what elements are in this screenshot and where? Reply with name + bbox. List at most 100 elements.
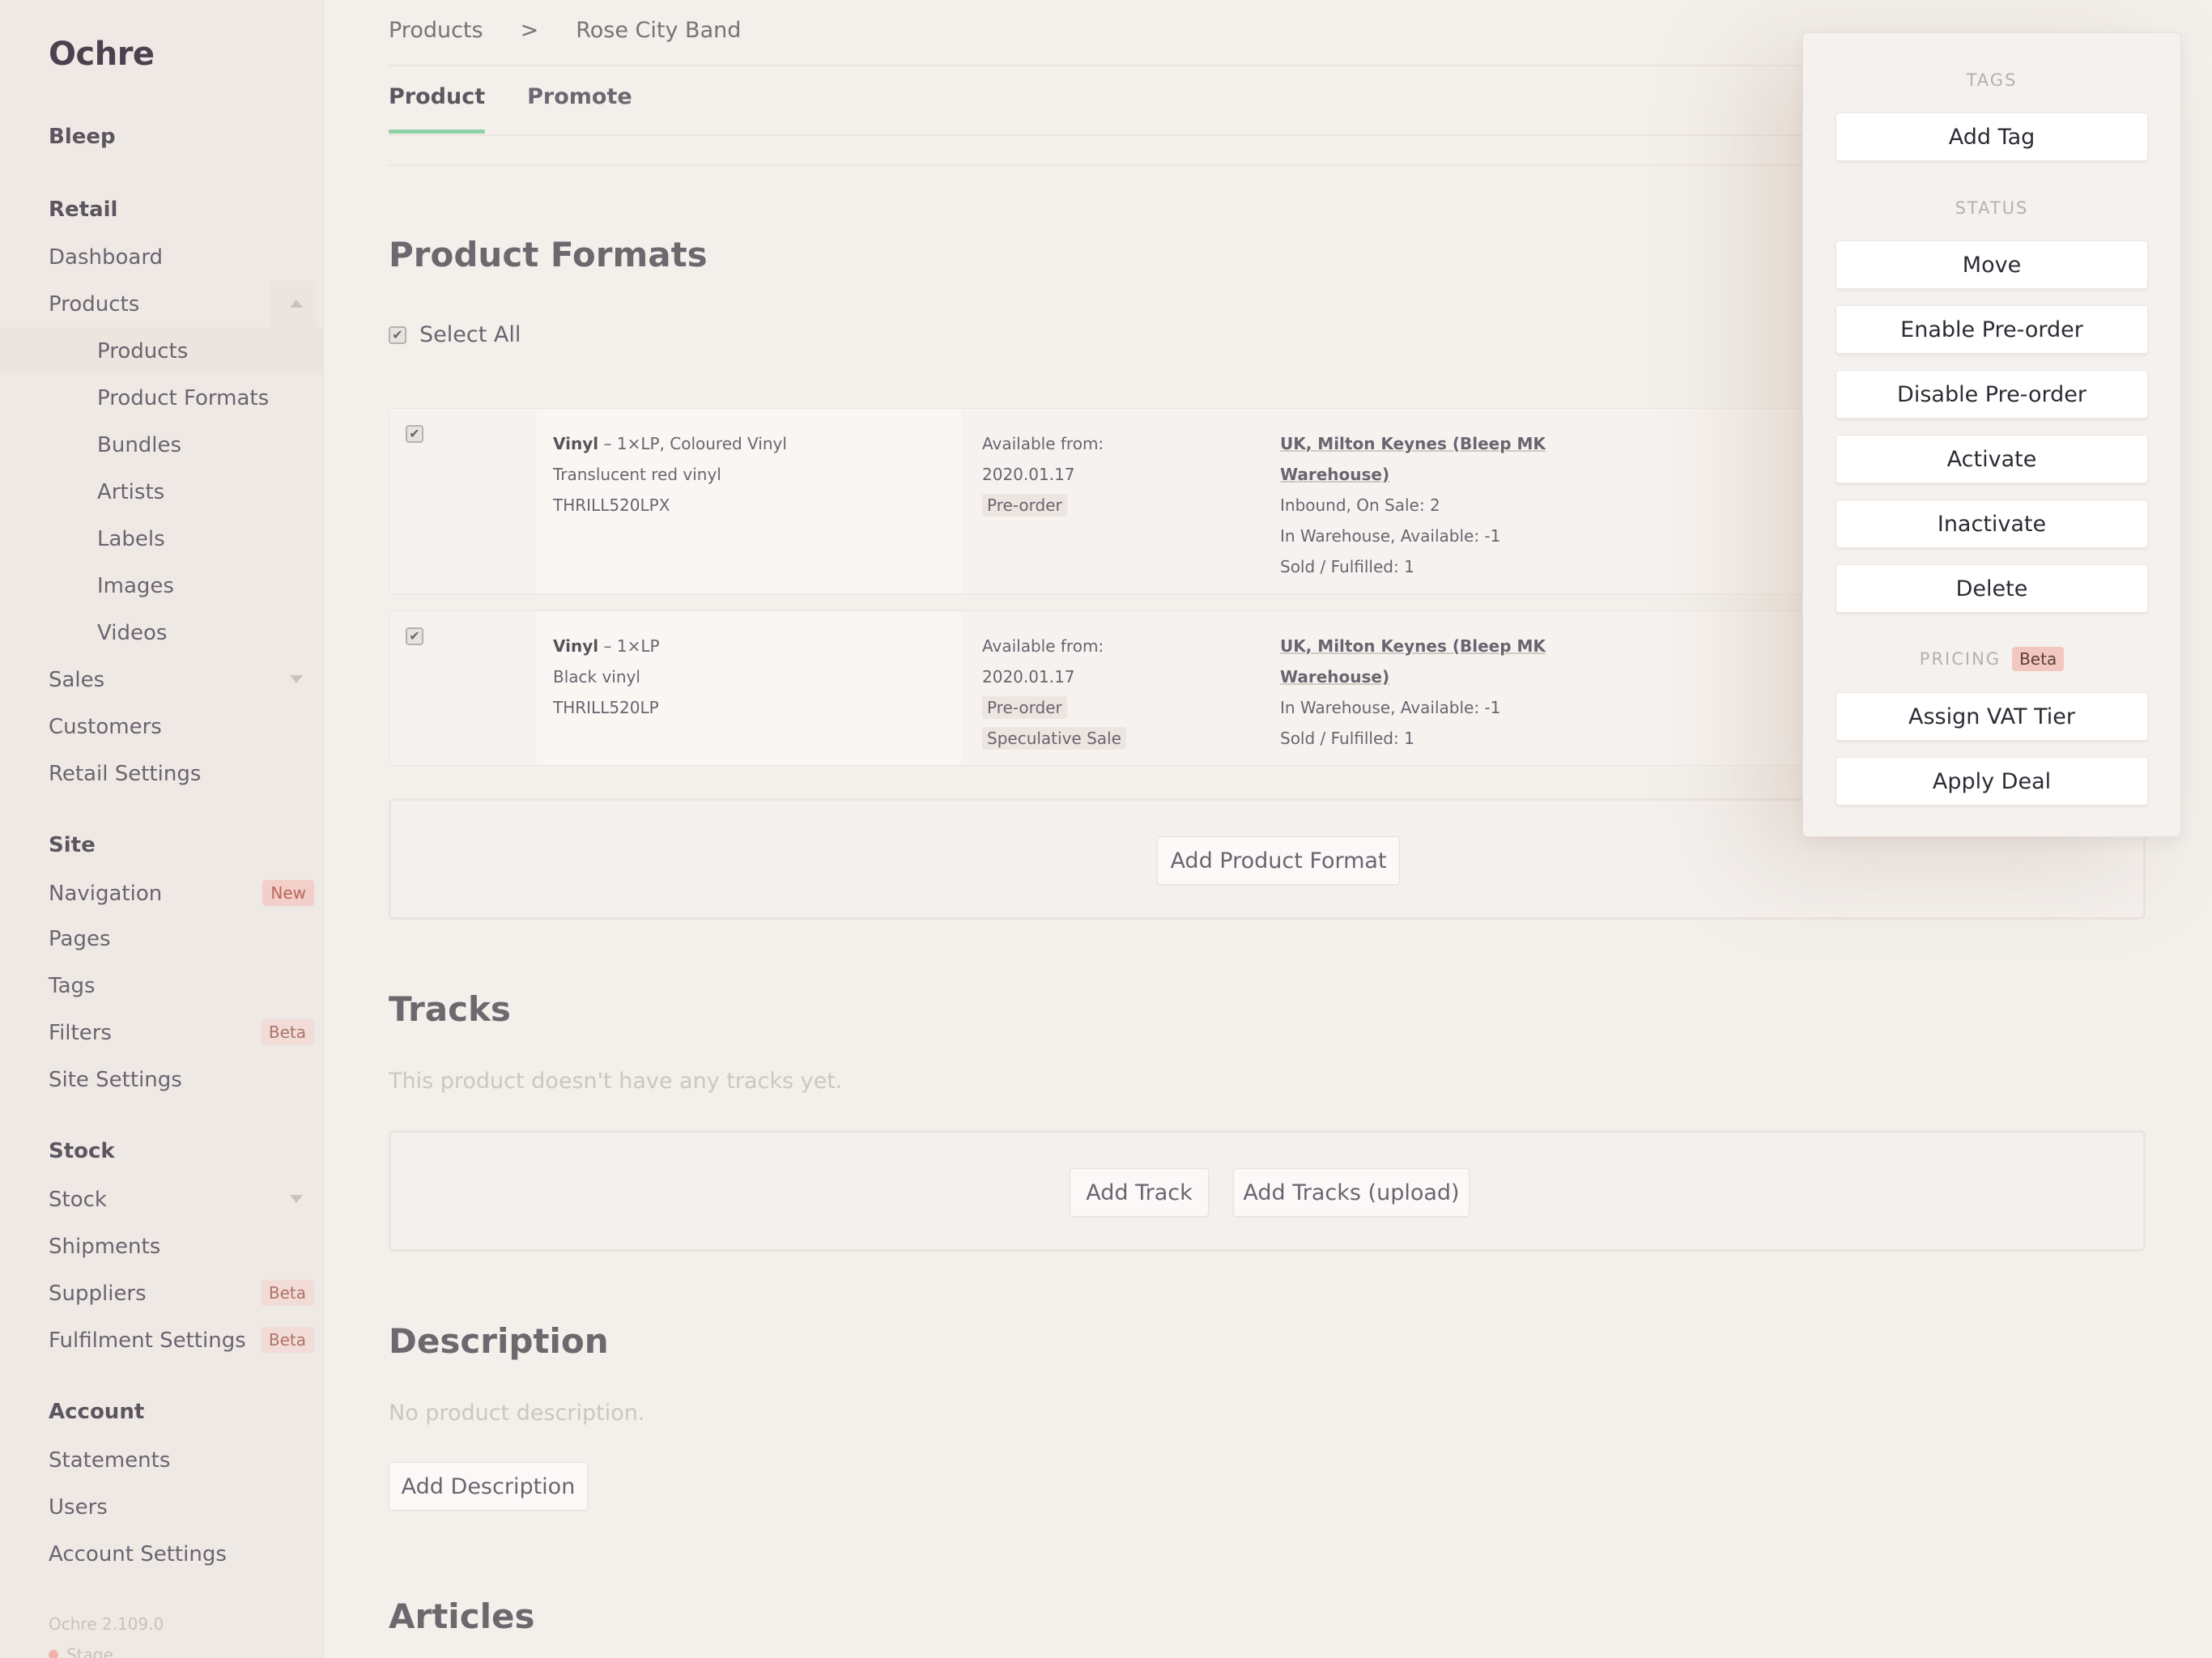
select-all-checkbox[interactable]: ✔ Select All <box>389 322 521 347</box>
beta-badge: Beta <box>260 1019 314 1045</box>
sidebar-item-label: Navigation <box>49 882 163 906</box>
beta-badge: Beta <box>2012 647 2065 671</box>
sidebar-item-shipments[interactable]: Shipments <box>0 1223 323 1270</box>
add-product-format-button[interactable]: Add Product Format <box>1157 836 1400 885</box>
stock-location-link[interactable]: Warehouse) <box>1280 459 1572 490</box>
checkbox-checked-icon[interactable]: ✔ <box>389 325 406 344</box>
sidebar-item-fulfilment-settings[interactable]: Fulfilment Settings Beta <box>0 1317 323 1364</box>
breadcrumb: Products > Rose City Band <box>389 18 741 43</box>
status-section-label: STATUS <box>1955 198 2029 218</box>
format-type: Vinyl <box>553 636 599 656</box>
available-label: Available from: <box>982 636 1104 656</box>
sidebar-item-label: Products <box>49 292 140 317</box>
stock-location-link[interactable]: UK, Milton Keynes (Bleep MK <box>1280 631 1572 661</box>
chevron-down-icon[interactable] <box>290 675 303 683</box>
tab-product[interactable]: Product <box>389 84 486 134</box>
add-description-button[interactable]: Add Description <box>389 1462 588 1511</box>
available-date: 2020.01.17 <box>982 667 1075 687</box>
stock-info: UK, Milton Keynes (Bleep MK Warehouse) I… <box>1280 631 1572 754</box>
status-badge: Speculative Sale <box>982 727 1126 750</box>
disable-preorder-button[interactable]: Disable Pre-order <box>1836 370 2148 419</box>
format-detail: – 1×LP, Coloured Vinyl <box>598 434 787 453</box>
format-info[interactable]: Vinyl – 1×LP Black vinyl THRILL520LP <box>537 611 961 765</box>
row-checkbox[interactable]: ✔ <box>406 425 423 443</box>
add-tag-button[interactable]: Add Tag <box>1836 113 2148 161</box>
chevron-down-icon[interactable] <box>290 1195 303 1203</box>
sidebar-item-label: Filters <box>49 1021 112 1045</box>
sidebar-subitem-products[interactable]: Products <box>0 328 323 375</box>
sidebar-subitem-artists[interactable]: Artists <box>0 469 323 516</box>
add-tracks-upload-button[interactable]: Add Tracks (upload) <box>1233 1168 1470 1217</box>
format-sku: THRILL520LPX <box>553 495 670 515</box>
sidebar-item-tags[interactable]: Tags <box>0 963 323 1010</box>
enable-preorder-button[interactable]: Enable Pre-order <box>1836 305 2148 354</box>
stock-info: UK, Milton Keynes (Bleep MK Warehouse) I… <box>1280 428 1572 582</box>
add-tracks-panel: Add Track Add Tracks (upload) <box>389 1130 2146 1252</box>
sidebar-item-sales[interactable]: Sales <box>0 657 323 704</box>
sidebar-item-navigation[interactable]: Navigation New <box>0 870 323 917</box>
sidebar-item-label: Tags <box>49 974 96 998</box>
sidebar-item-statements[interactable]: Statements <box>0 1437 323 1484</box>
section-stock: Stock <box>49 1139 115 1163</box>
stock-location-link[interactable]: UK, Milton Keynes (Bleep MK <box>1280 428 1572 459</box>
status-badge: Pre-order <box>982 696 1067 719</box>
sidebar-item-label: Fulfilment Settings <box>49 1329 246 1353</box>
status-badge: Pre-order <box>982 494 1067 517</box>
breadcrumb-current: Rose City Band <box>576 18 742 43</box>
apply-deal-button[interactable]: Apply Deal <box>1836 757 2148 806</box>
sidebar-item-suppliers[interactable]: Suppliers Beta <box>0 1270 323 1317</box>
sidebar-item-label: Dashboard <box>49 245 164 270</box>
section-bleep[interactable]: Bleep <box>49 125 116 149</box>
sidebar-item-label: Product Formats <box>97 386 270 410</box>
stock-location-link[interactable]: Warehouse) <box>1280 661 1572 692</box>
sidebar-item-retail-settings[interactable]: Retail Settings <box>0 750 323 797</box>
sidebar-item-label: Sales <box>49 668 105 692</box>
section-retail: Retail <box>49 198 118 222</box>
breadcrumb-products[interactable]: Products <box>389 18 483 43</box>
format-type: Vinyl <box>553 434 599 453</box>
product-formats-heading: Product Formats <box>389 235 708 274</box>
sidebar-subitem-product-formats[interactable]: Product Formats <box>0 375 323 422</box>
pricing-label: PRICING <box>1919 649 2001 669</box>
chevron-up-icon <box>290 300 303 308</box>
sidebar-item-account-settings[interactable]: Account Settings <box>0 1531 323 1578</box>
delete-button[interactable]: Delete <box>1836 564 2148 613</box>
sidebar-item-dashboard[interactable]: Dashboard <box>0 234 323 281</box>
tracks-heading: Tracks <box>389 989 511 1029</box>
format-info[interactable]: Vinyl – 1×LP, Coloured Vinyl Translucent… <box>537 409 961 593</box>
sidebar-item-site-settings[interactable]: Site Settings <box>0 1056 323 1103</box>
sidebar-item-customers[interactable]: Customers <box>0 704 323 750</box>
sidebar-item-filters[interactable]: Filters Beta <box>0 1010 323 1056</box>
sidebar-item-stock[interactable]: Stock <box>0 1176 323 1223</box>
sidebar-item-label: Bundles <box>97 433 182 457</box>
sidebar-item-products[interactable]: Products <box>0 281 323 328</box>
format-detail: – 1×LP <box>598 636 660 656</box>
format-description: Black vinyl <box>553 667 640 687</box>
brand-logo[interactable]: Ochre <box>49 36 155 73</box>
tracks-empty-message: This product doesn't have any tracks yet… <box>389 1069 843 1094</box>
stage-indicator: Stage <box>49 1645 113 1658</box>
move-button[interactable]: Move <box>1836 240 2148 289</box>
inactivate-button[interactable]: Inactivate <box>1836 500 2148 548</box>
sidebar-item-label: Account Settings <box>49 1542 227 1567</box>
sidebar-subitem-images[interactable]: Images <box>0 563 323 610</box>
section-site: Site <box>49 833 96 857</box>
assign-vat-tier-button[interactable]: Assign VAT Tier <box>1836 692 2148 741</box>
sidebar-subitem-bundles[interactable]: Bundles <box>0 422 323 469</box>
sidebar-item-pages[interactable]: Pages <box>0 916 323 963</box>
sidebar-item-label: Site Settings <box>49 1068 182 1092</box>
sidebar-item-label: Statements <box>49 1448 171 1473</box>
sidebar-item-label: Shipments <box>49 1235 161 1259</box>
sidebar-item-label: Videos <box>97 621 168 645</box>
sidebar-item-label: Stock <box>49 1188 107 1212</box>
add-track-button[interactable]: Add Track <box>1070 1168 1209 1217</box>
tab-promote[interactable]: Promote <box>527 84 632 134</box>
sidebar-item-label: Suppliers <box>49 1282 147 1306</box>
section-account: Account <box>49 1400 145 1424</box>
row-checkbox[interactable]: ✔ <box>406 627 423 645</box>
sidebar-subitem-videos[interactable]: Videos <box>0 610 323 657</box>
activate-button[interactable]: Activate <box>1836 435 2148 483</box>
sidebar-subitem-labels[interactable]: Labels <box>0 516 323 563</box>
sidebar-item-users[interactable]: Users <box>0 1484 323 1531</box>
available-date: 2020.01.17 <box>982 465 1075 484</box>
